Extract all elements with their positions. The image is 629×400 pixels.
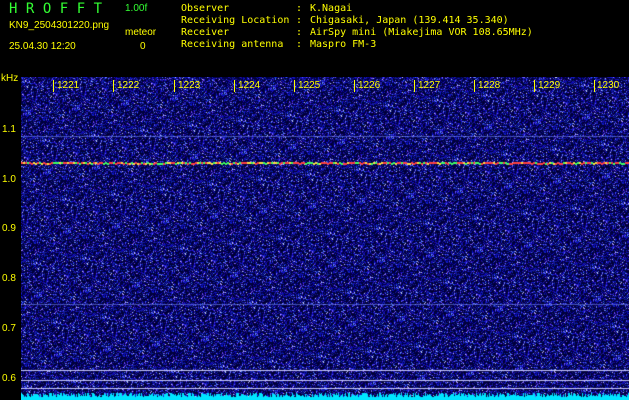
info-row-location: Receiving Location: Chigasaki, Japan (139… [181,15,509,26]
timestamp: 25.04.30 12:20 [9,41,76,52]
y-tick-label: 0.7 [2,323,16,334]
file-name: KN9_2504301220.png [9,20,110,31]
info-key: Observer [181,3,230,14]
info-key: Receiver [181,27,230,38]
x-tick-label: 1227 [418,80,441,91]
y-axis-unit: kHz [1,73,19,84]
x-tick-mark [414,80,415,92]
x-tick-label: 1222 [117,80,140,91]
x-tick-label: 1221 [57,80,80,91]
x-tick-mark [174,80,175,92]
info-separator: : [296,39,303,50]
x-tick-mark [474,80,475,92]
info-row-receiver: Receiver: AirSpy mini (Miakejima VOR 108.… [181,27,533,38]
spectrogram-canvas [21,77,629,400]
info-value: K.Nagai [310,3,353,14]
x-tick-mark [354,80,355,92]
x-tick-label: 1228 [478,80,501,91]
x-tick-label: 1223 [178,80,201,91]
x-tick-label: 1230 [597,80,620,91]
y-tick-label: 1.1 [2,124,16,135]
y-tick-label: 1.0 [2,174,16,185]
x-tick-mark [294,80,295,92]
x-tick-label: 1225 [298,80,321,91]
info-row-observer: Observer: K.Nagai [181,3,352,14]
x-tick-mark [594,80,595,92]
app-version: 1.00f [125,3,148,14]
app-title: HROFFT [9,1,111,17]
x-tick-mark [234,80,235,92]
info-value: AirSpy mini (Miakejima VOR 108.65MHz) [310,27,533,38]
hrofft-window: HROFFT 1.00f KN9_2504301220.png meteor 0… [0,0,629,400]
x-tick-mark [53,80,54,92]
x-tick-label: 1229 [538,80,561,91]
x-tick-mark [113,80,114,92]
info-separator: : [296,3,303,14]
info-value: Chigasaki, Japan (139.414 35.340) [310,15,509,26]
x-tick-mark [534,80,535,92]
info-separator: : [296,15,303,26]
info-value: Maspro FM-3 [310,39,377,50]
y-tick-label: 0.8 [2,273,16,284]
info-row-antenna: Receiving antenna: Maspro FM-3 [181,39,376,50]
y-tick-label: 0.9 [2,223,16,234]
meteor-count-label: meteor [125,27,157,38]
meteor-count-value: 0 [140,41,146,52]
info-key: Receiving antenna [181,39,284,50]
x-tick-label: 1226 [358,80,381,91]
x-tick-label: 1224 [238,80,261,91]
info-separator: : [296,27,303,38]
y-tick-label: 0.6 [2,373,16,384]
info-key: Receiving Location [181,15,290,26]
